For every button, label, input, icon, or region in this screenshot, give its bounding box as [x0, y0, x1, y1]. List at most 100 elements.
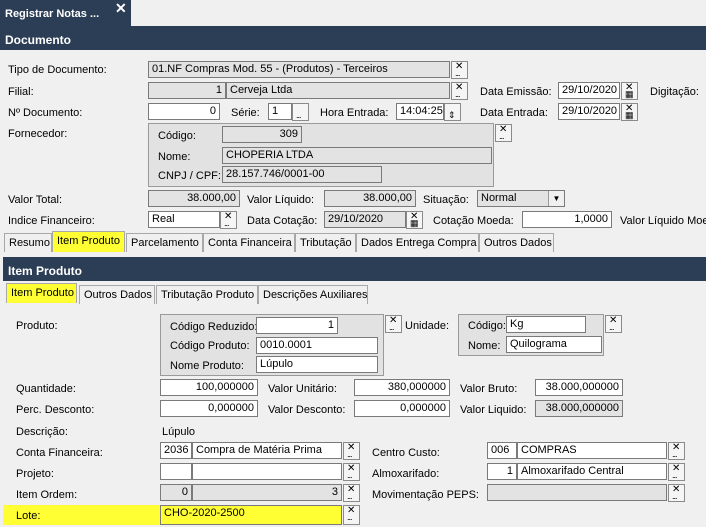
- n-documento-field[interactable]: 0: [148, 103, 220, 120]
- tab-outros-dados[interactable]: Outros Dados: [479, 233, 554, 252]
- centro-custo-name-field[interactable]: COMPRAS: [517, 442, 667, 459]
- fornecedor-codigo-label: Código:: [158, 130, 196, 142]
- fornecedor-lookup-button[interactable]: ✕...: [495, 124, 512, 142]
- fornecedor-nome-label: Nome:: [158, 151, 191, 163]
- tab-parcelamento[interactable]: Parcelamento: [126, 233, 203, 252]
- dots-icon: ...: [347, 449, 352, 459]
- projeto-code-field[interactable]: [160, 463, 192, 480]
- centro-custo-label: Centro Custo:: [372, 447, 440, 459]
- tab-resumo[interactable]: Resumo: [4, 233, 52, 252]
- codigo-produto-label: Código Produto:: [170, 340, 250, 352]
- valor-liquido-field: 38.000,00: [324, 190, 416, 207]
- valor-desconto-field[interactable]: 0,000000: [354, 400, 450, 417]
- conta-financeira-name-field[interactable]: Compra de Matéria Prima: [192, 442, 342, 459]
- data-entrada-field[interactable]: 29/10/2020: [558, 103, 620, 120]
- chevron-down-icon[interactable]: ▼: [548, 191, 564, 206]
- projeto-name-field[interactable]: [192, 463, 342, 480]
- spin-icon: ⇕: [448, 110, 455, 120]
- dots-icon: ...: [609, 322, 614, 332]
- calendar-icon: ▦: [410, 218, 418, 228]
- fornecedor-label: Fornecedor:: [8, 128, 68, 140]
- calendar-icon: ▦: [625, 110, 633, 120]
- produto-lookup-button[interactable]: ✕...: [385, 315, 402, 333]
- tab-item-produto[interactable]: Item Produto: [52, 231, 125, 252]
- cotacao-moeda-field[interactable]: 1,0000: [522, 211, 612, 228]
- dots-icon: ...: [347, 470, 352, 480]
- item-valor-liquido-field: 38.000,000000: [535, 400, 623, 417]
- section-header-documento: Documento: [0, 26, 706, 50]
- valor-bruto-label: Valor Bruto:: [460, 383, 518, 395]
- calendar-icon: ▦: [625, 89, 633, 99]
- quantidade-field[interactable]: 100,000000: [160, 379, 258, 396]
- conta-financeira-label: Conta Financeira:: [16, 447, 103, 459]
- data-cotacao-calendar-button[interactable]: ✕ ▦: [406, 211, 423, 229]
- indice-financeiro-field[interactable]: Real: [148, 211, 220, 228]
- hora-entrada-label: Hora Entrada:: [320, 107, 389, 119]
- quantidade-label: Quantidade:: [16, 383, 76, 395]
- tab-conta-financeira[interactable]: Conta Financeira: [203, 233, 295, 252]
- tab-tributacao[interactable]: Tributação: [295, 233, 356, 252]
- filial-code-field[interactable]: 1: [148, 82, 226, 99]
- dots-icon: ...: [672, 449, 677, 459]
- fornecedor-cnpj-field: 28.157.746/0001-00: [222, 166, 382, 183]
- tipo-documento-lookup-button[interactable]: ✕...: [451, 61, 468, 79]
- centro-custo-code-field[interactable]: 006: [487, 442, 517, 459]
- item-ordem-label: Item Ordem:: [16, 489, 78, 501]
- dots-icon: ...: [499, 131, 504, 141]
- window-tab[interactable]: Registrar Notas ... ✕: [0, 0, 131, 26]
- almoxarifado-name-field[interactable]: Almoxarifado Central: [517, 463, 667, 480]
- tab-dados-entrega-compra[interactable]: Dados Entrega Compra: [356, 233, 479, 252]
- valor-unitario-field[interactable]: 380,000000: [354, 379, 450, 396]
- valor-bruto-field[interactable]: 38.000,000000: [535, 379, 623, 396]
- data-emissao-field[interactable]: 29/10/2020: [558, 82, 620, 99]
- hora-entrada-spin[interactable]: ⇕: [444, 103, 461, 121]
- item-ordem-lookup-button[interactable]: ✕...: [343, 484, 360, 502]
- dots-icon: ...: [672, 470, 677, 480]
- centro-custo-lookup-button[interactable]: ✕...: [668, 442, 685, 460]
- movimentacao-peps-lookup-button[interactable]: ✕...: [668, 484, 685, 502]
- lote-field[interactable]: CHO-2020-2500: [160, 505, 342, 525]
- serie-lookup-button[interactable]: ...: [292, 103, 309, 121]
- conta-financeira-lookup-button[interactable]: ✕...: [343, 442, 360, 460]
- projeto-label: Projeto:: [16, 468, 54, 480]
- codigo-reduzido-field[interactable]: 1: [256, 317, 338, 334]
- almoxarifado-code-field[interactable]: 1: [487, 463, 517, 480]
- unidade-lookup-button[interactable]: ✕...: [605, 315, 622, 333]
- nome-produto-field[interactable]: Lúpulo: [256, 356, 378, 373]
- conta-financeira-code-field[interactable]: 2036: [160, 442, 192, 459]
- lote-lookup-button[interactable]: ✕...: [343, 505, 360, 525]
- data-emissao-calendar-button[interactable]: ✕ ▦: [621, 82, 638, 100]
- unidade-nome-field[interactable]: Quilograma: [506, 336, 602, 353]
- valor-total-label: Valor Total:: [8, 194, 63, 206]
- perc-desconto-field[interactable]: 0,000000: [160, 400, 258, 417]
- filial-name-field[interactable]: Cerveja Ltda: [226, 82, 450, 99]
- data-cotacao-label: Data Cotação:: [247, 215, 318, 227]
- subtab-item-produto[interactable]: Item Produto: [6, 283, 77, 303]
- dots-icon: ...: [296, 110, 301, 120]
- almoxarifado-lookup-button[interactable]: ✕...: [668, 463, 685, 481]
- valor-desconto-label: Valor Desconto:: [268, 404, 346, 416]
- valor-liquido-moeda-label: Valor Líquido Moe: [620, 215, 706, 227]
- codigo-produto-field[interactable]: 0010.0001: [256, 337, 378, 354]
- data-cotacao-field[interactable]: 29/10/2020: [324, 211, 406, 228]
- descricao-label: Descrição:: [16, 426, 68, 438]
- item-valor-liquido-label: Valor Liquido:: [460, 404, 527, 416]
- filial-lookup-button[interactable]: ✕...: [451, 82, 468, 100]
- subtab-outros-dados[interactable]: Outros Dados: [79, 285, 155, 304]
- subtab-tributacao-produto[interactable]: Tributação Produto: [156, 285, 258, 304]
- projeto-lookup-button[interactable]: ✕...: [343, 463, 360, 481]
- situacao-value: Normal: [481, 192, 517, 204]
- n-documento-label: Nº Documento:: [8, 107, 83, 119]
- valor-unitario-label: Valor Unitário:: [268, 383, 337, 395]
- close-icon[interactable]: ✕: [115, 0, 127, 17]
- item-ordem-b-field: 3: [192, 484, 342, 501]
- situacao-select[interactable]: Normal ▼: [477, 190, 565, 207]
- serie-field[interactable]: 1: [268, 103, 292, 120]
- subtab-descricoes-auxiliares[interactable]: Descrições Auxiliares: [258, 285, 368, 304]
- tipo-documento-field[interactable]: 01.NF Compras Mod. 55 - (Produtos) - Ter…: [148, 61, 450, 78]
- unidade-codigo-field[interactable]: Kg: [506, 316, 586, 333]
- data-entrada-calendar-button[interactable]: ✕ ▦: [621, 103, 638, 121]
- indice-lookup-button[interactable]: ✕...: [220, 211, 237, 229]
- digitacao-label: Digitação:: [650, 86, 699, 98]
- hora-entrada-field[interactable]: 14:04:25: [396, 103, 444, 120]
